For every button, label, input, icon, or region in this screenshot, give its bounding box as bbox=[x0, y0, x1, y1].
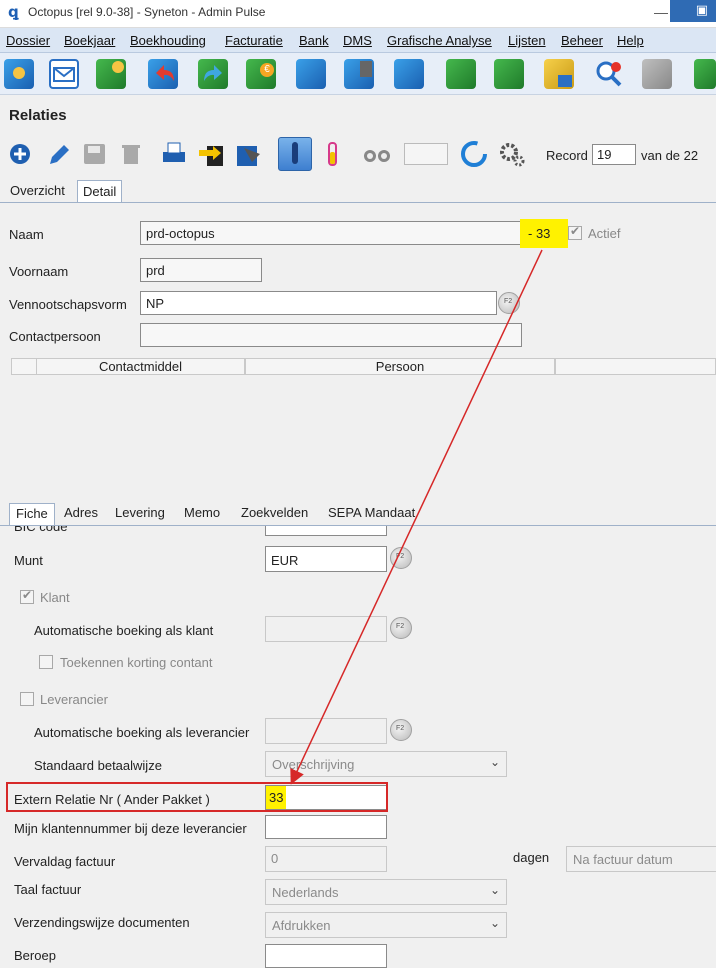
annotation-arrow bbox=[290, 249, 543, 785]
